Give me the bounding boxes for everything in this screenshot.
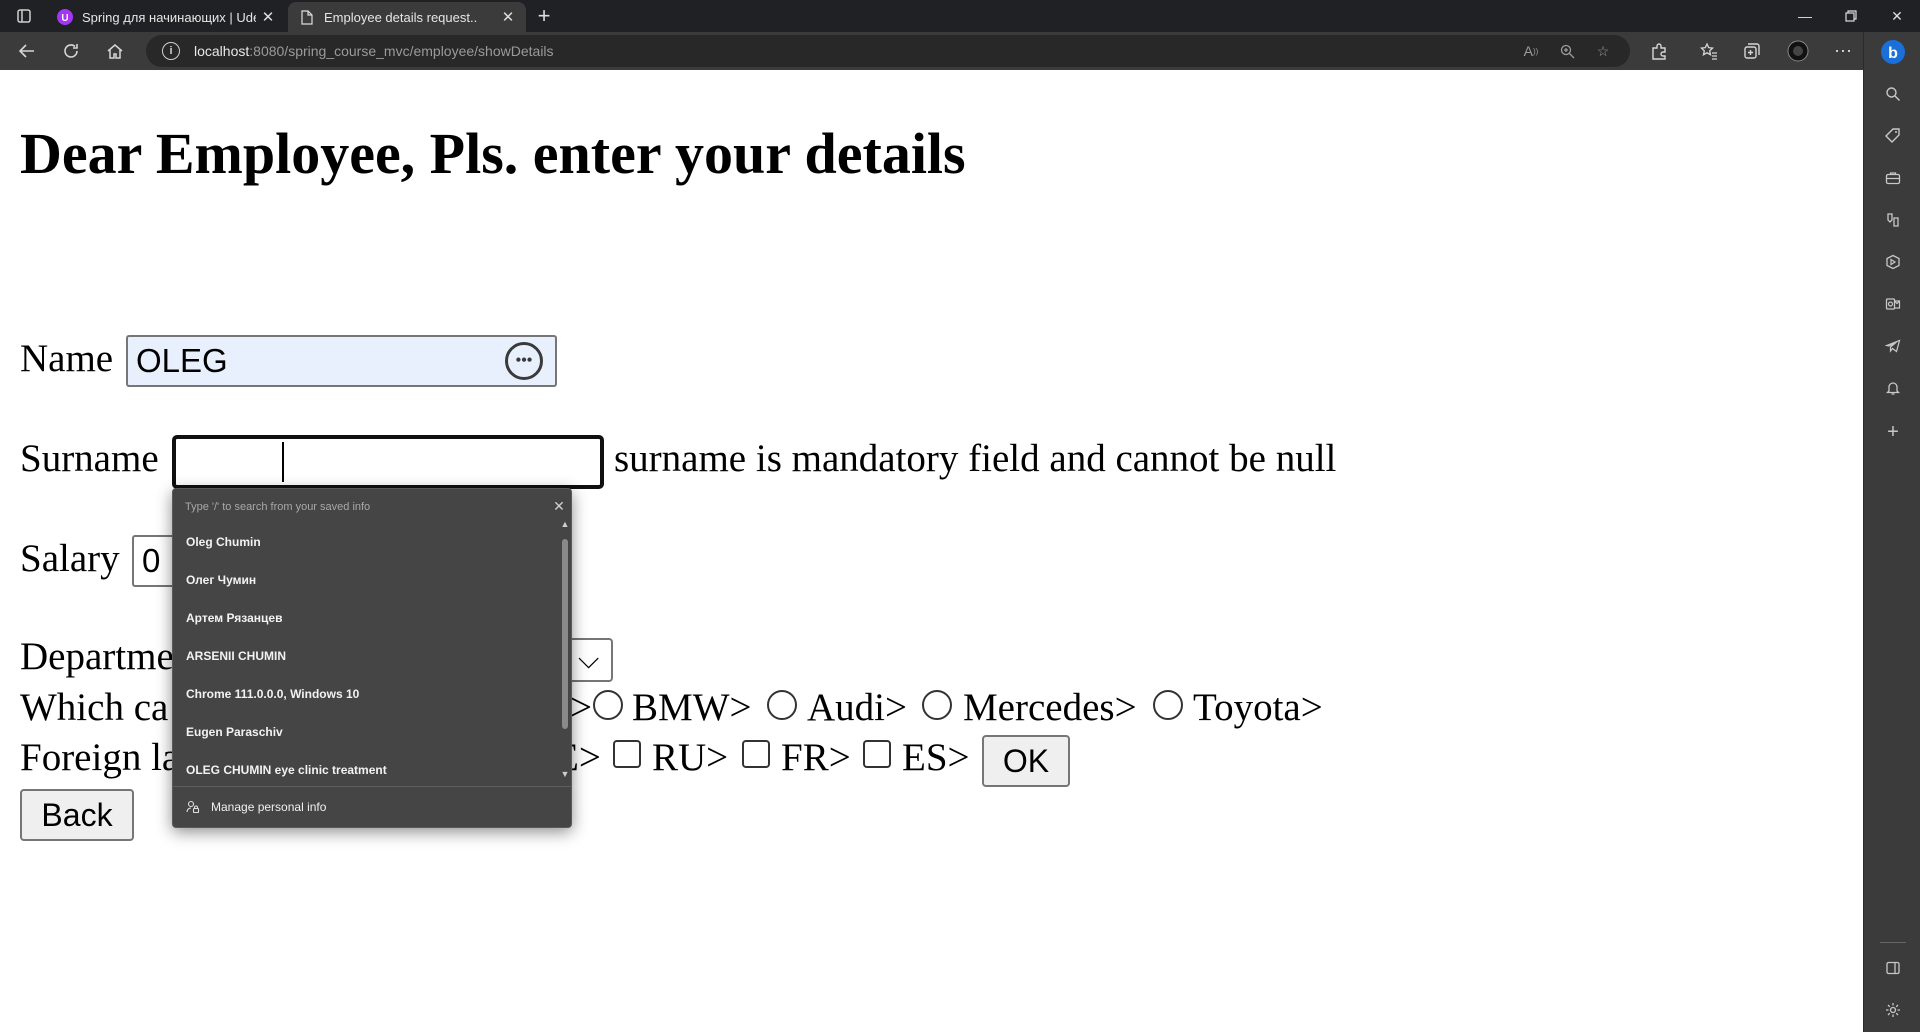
bell-icon[interactable] bbox=[1881, 376, 1905, 400]
more-options-icon[interactable]: ⋯ bbox=[1827, 35, 1859, 67]
tab-actions-icon[interactable] bbox=[10, 0, 38, 32]
games-icon[interactable] bbox=[1881, 208, 1905, 232]
name-value: OLEG bbox=[136, 342, 228, 379]
department-label: Departme bbox=[20, 635, 174, 678]
profile-avatar[interactable] bbox=[1782, 35, 1814, 67]
language-option-ru: RU> bbox=[652, 736, 729, 779]
bing-copilot-icon[interactable]: b bbox=[1878, 37, 1908, 67]
close-icon[interactable]: ✕ bbox=[549, 496, 569, 516]
scrollbar-thumb[interactable] bbox=[562, 539, 568, 729]
autofill-item[interactable]: Олег Чумин bbox=[186, 573, 256, 587]
settings-icon[interactable] bbox=[1881, 998, 1905, 1022]
address-bar[interactable]: i localhost:8080/spring_course_mvc/emplo… bbox=[146, 35, 1630, 67]
car-radio-toyota[interactable] bbox=[1153, 690, 1183, 720]
office-icon[interactable] bbox=[1881, 250, 1905, 274]
restore-icon[interactable] bbox=[1828, 0, 1874, 32]
car-option-bmw: BMW> bbox=[632, 686, 752, 729]
zoom-icon[interactable] bbox=[1552, 35, 1582, 67]
back-button[interactable]: Back bbox=[20, 789, 134, 841]
car-radio-bmw[interactable] bbox=[593, 690, 623, 720]
plus-icon[interactable]: + bbox=[1881, 420, 1905, 444]
password-manager-icon[interactable]: ••• bbox=[505, 342, 543, 380]
autofill-item[interactable]: Oleg Chumin bbox=[186, 535, 261, 549]
surname-label: Surname bbox=[20, 437, 159, 480]
manage-personal-info-link[interactable]: Manage personal info bbox=[185, 799, 326, 815]
name-input[interactable]: OLEG bbox=[126, 335, 557, 387]
autofill-hint: Type '/' to search from your saved info bbox=[185, 501, 371, 513]
back-arrow-icon[interactable] bbox=[11, 35, 43, 67]
tab-title: Spring для начинающих | Udem bbox=[82, 9, 256, 25]
search-icon[interactable] bbox=[1881, 82, 1905, 106]
salary-value: 0 bbox=[142, 542, 161, 579]
scroll-up-icon[interactable]: ▲ bbox=[560, 519, 570, 529]
close-tab-icon[interactable]: ✕ bbox=[496, 5, 520, 29]
minimize-icon[interactable]: — bbox=[1782, 0, 1828, 32]
chevron-down-icon: ⌵ bbox=[578, 642, 600, 675]
language-checkbox-es[interactable] bbox=[863, 740, 891, 768]
language-option-fr: FR> bbox=[781, 736, 851, 779]
autofill-scrollbar[interactable]: ▲ ▼ bbox=[559, 519, 571, 781]
site-info-icon[interactable]: i bbox=[162, 42, 180, 60]
autofill-popup: Type '/' to search from your saved info … bbox=[172, 488, 572, 828]
language-option-es: ES> bbox=[902, 736, 970, 779]
new-tab-icon[interactable]: + bbox=[530, 0, 558, 32]
car-partial-text: > bbox=[570, 686, 592, 729]
collections-icon[interactable] bbox=[1736, 35, 1768, 67]
udemy-icon: U bbox=[57, 9, 73, 25]
tab-bar: U Spring для начинающих | Udem ✕ Employe… bbox=[0, 0, 1920, 32]
refresh-icon[interactable] bbox=[55, 35, 87, 67]
footer-label: Manage personal info bbox=[211, 800, 327, 814]
car-radio-mercedes[interactable] bbox=[922, 690, 952, 720]
autofill-item[interactable]: Chrome 111.0.0.0, Windows 10 bbox=[186, 687, 359, 701]
car-label: Which ca bbox=[20, 686, 169, 729]
read-aloud-icon[interactable]: A)) bbox=[1516, 35, 1546, 67]
name-label: Name bbox=[20, 337, 114, 380]
ok-button[interactable]: OK bbox=[982, 735, 1070, 787]
car-radio-audi[interactable] bbox=[767, 690, 797, 720]
language-checkbox-ru[interactable] bbox=[613, 740, 641, 768]
car-option-toyota: Toyota> bbox=[1193, 686, 1323, 729]
tab-title: Employee details request.. bbox=[324, 9, 478, 25]
autofill-item[interactable]: Eugen Paraschiv bbox=[186, 725, 283, 739]
salary-label: Salary bbox=[20, 537, 120, 580]
close-tab-icon[interactable]: ✕ bbox=[256, 5, 280, 29]
briefcase-icon[interactable] bbox=[1881, 166, 1905, 190]
svg-text:U: U bbox=[61, 13, 68, 24]
autofill-item[interactable]: OLEG CHUMIN eye clinic treatment bbox=[186, 763, 387, 777]
split-screen-icon[interactable] bbox=[1881, 956, 1905, 980]
person-lock-icon bbox=[185, 799, 201, 815]
text-caret bbox=[282, 442, 284, 482]
tab-udemy[interactable]: U Spring для начинающих | Udem ✕ bbox=[46, 2, 286, 32]
surname-error: surname is mandatory field and cannot be… bbox=[614, 437, 1337, 480]
language-label: Foreign la bbox=[20, 736, 180, 779]
url-text: localhost:8080/spring_course_mvc/employe… bbox=[194, 43, 554, 59]
autofill-item[interactable]: Артем Рязанцев bbox=[186, 611, 282, 625]
page-title: Dear Employee, Pls. enter your details bbox=[20, 121, 966, 186]
autofill-item[interactable]: ARSENII CHUMIN bbox=[186, 649, 286, 663]
scroll-down-icon[interactable]: ▼ bbox=[560, 769, 570, 779]
tab-employee-details[interactable]: Employee details request.. ✕ bbox=[288, 2, 526, 32]
close-window-icon[interactable]: ✕ bbox=[1874, 0, 1920, 32]
tag-icon[interactable] bbox=[1881, 124, 1905, 148]
telegram-icon[interactable] bbox=[1881, 334, 1905, 358]
add-favorite-icon[interactable]: ☆ bbox=[1588, 35, 1618, 67]
home-icon[interactable] bbox=[99, 35, 131, 67]
surname-input[interactable] bbox=[172, 435, 604, 489]
car-option-mercedes: Mercedes> bbox=[963, 686, 1137, 729]
toolbar: i localhost:8080/spring_course_mvc/emplo… bbox=[0, 32, 1920, 70]
extensions-icon[interactable] bbox=[1643, 35, 1675, 67]
car-option-audi: Audi> bbox=[807, 686, 907, 729]
language-checkbox-fr[interactable] bbox=[742, 740, 770, 768]
favorites-icon[interactable] bbox=[1693, 35, 1725, 67]
popup-divider bbox=[173, 786, 571, 787]
svg-text:b: b bbox=[1888, 45, 1898, 62]
edge-sidebar: b + bbox=[1863, 32, 1920, 1032]
outlook-icon[interactable] bbox=[1881, 292, 1905, 316]
sidebar-divider bbox=[1880, 942, 1906, 943]
page-icon bbox=[299, 9, 315, 25]
